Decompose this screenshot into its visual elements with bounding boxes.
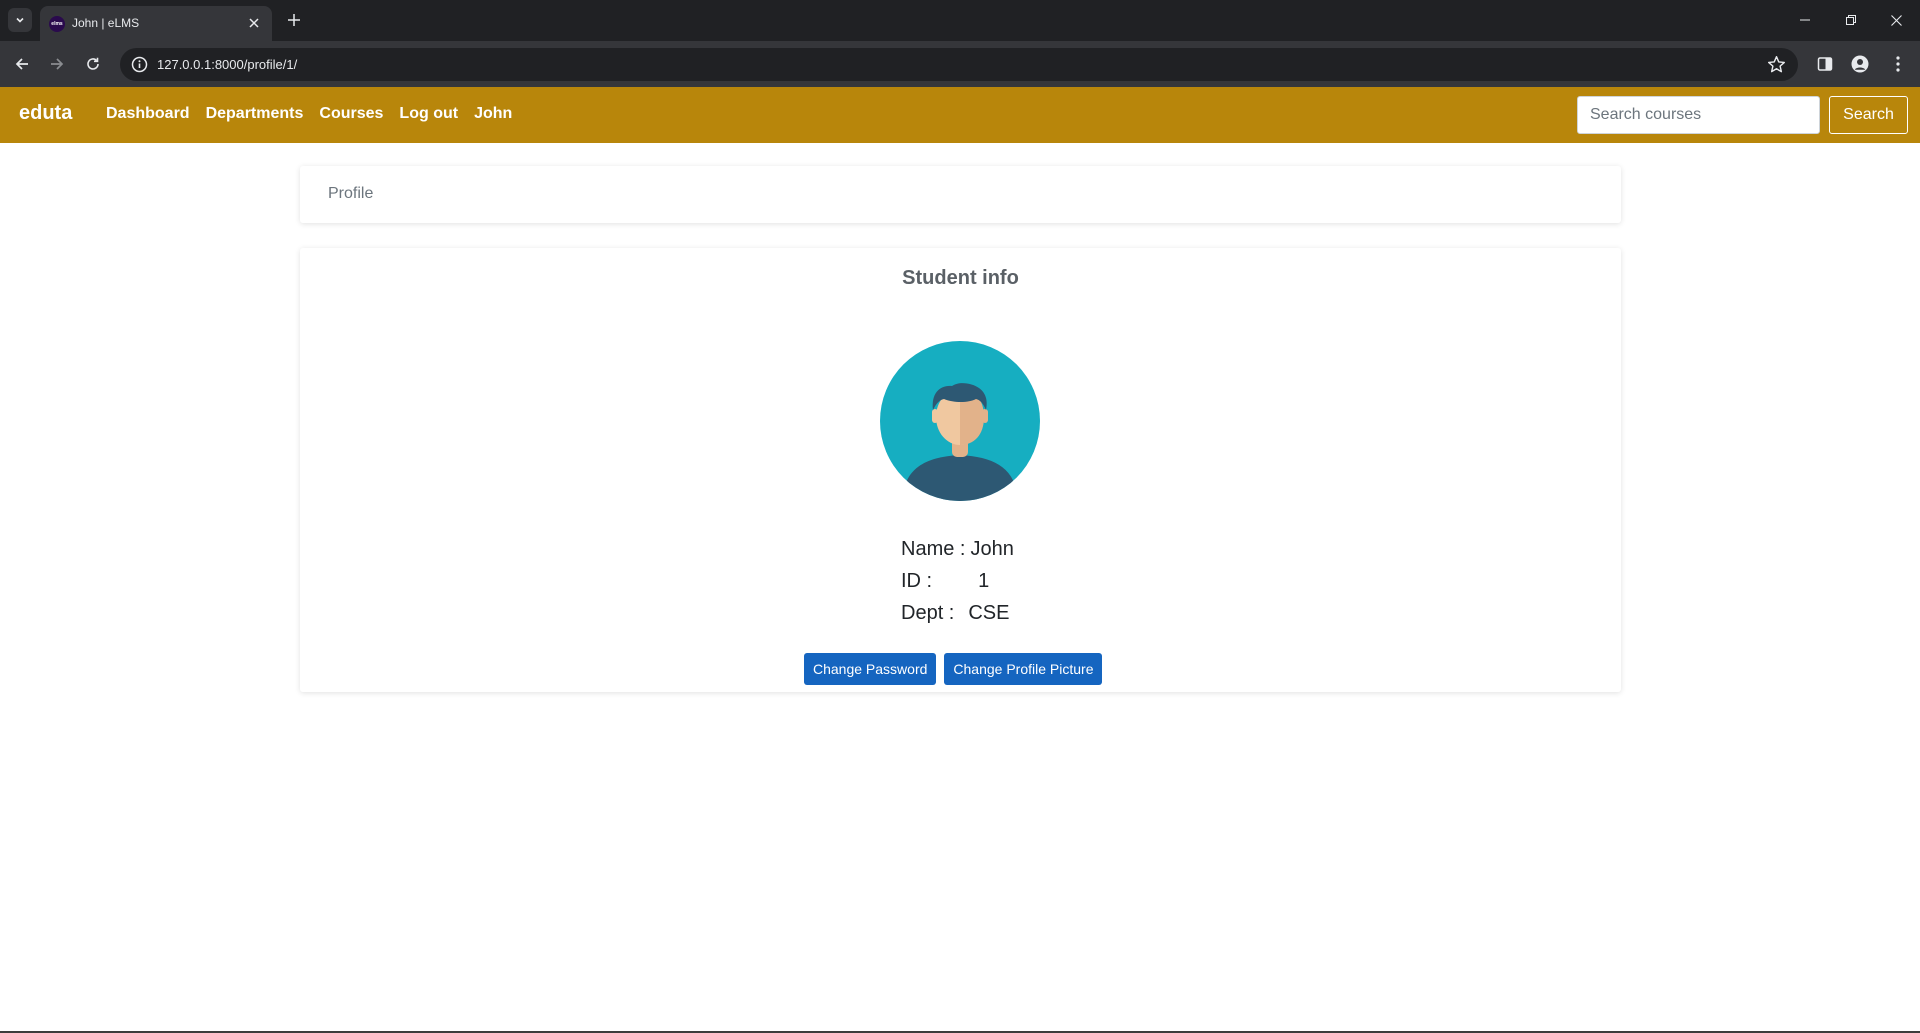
id-row: ID : 1	[901, 565, 1014, 597]
bookmark-star-icon[interactable]	[1767, 55, 1786, 74]
site-favicon-icon: elms	[49, 16, 65, 32]
side-panel-icon	[1817, 57, 1833, 71]
dept-label: Dept :	[901, 602, 955, 624]
breadcrumb: Profile	[300, 166, 1621, 223]
nav-link-user[interactable]: John	[474, 105, 512, 123]
tab-title: John | eLMS	[72, 16, 140, 30]
brand-logo[interactable]: eduta	[19, 102, 72, 125]
tab-list-button[interactable]	[8, 8, 32, 32]
chevron-down-icon	[16, 17, 24, 23]
close-window-button[interactable]	[1883, 8, 1909, 32]
profile-actions: Change Password Change Profile Picture	[804, 653, 1103, 685]
url-text[interactable]: 127.0.0.1:8000/profile/1/	[157, 57, 297, 72]
forward-button[interactable]	[44, 51, 70, 77]
restore-button[interactable]	[1838, 8, 1864, 32]
new-tab-button[interactable]	[283, 9, 305, 31]
browser-toolbar: 127.0.0.1:8000/profile/1/	[0, 41, 1920, 87]
browser-menu-button[interactable]	[1887, 53, 1909, 75]
browser-tab[interactable]: elms John | eLMS	[40, 6, 272, 41]
browser-tab-bar: elms John | eLMS	[0, 0, 1920, 41]
id-value: 1	[978, 570, 990, 592]
reload-button[interactable]	[80, 51, 106, 77]
site-navbar: eduta Dashboard Departments Courses Log …	[0, 87, 1920, 143]
close-tab-icon[interactable]	[246, 15, 262, 31]
profile-button[interactable]	[1849, 53, 1871, 75]
change-profile-picture-button[interactable]: Change Profile Picture	[944, 653, 1103, 685]
page-title: Student info	[902, 267, 1019, 289]
address-bar[interactable]: 127.0.0.1:8000/profile/1/	[120, 48, 1798, 81]
arrow-left-icon	[15, 58, 28, 70]
back-button[interactable]	[9, 51, 35, 77]
profile-icon	[1851, 55, 1869, 73]
more-vertical-icon	[1896, 56, 1900, 72]
name-value: John	[970, 538, 1014, 560]
change-password-button[interactable]: Change Password	[804, 653, 937, 685]
nav-link-logout[interactable]: Log out	[399, 105, 458, 123]
arrow-right-icon	[51, 58, 64, 70]
reload-icon	[87, 57, 99, 70]
id-label: ID :	[901, 570, 933, 592]
name-row: Name : John	[901, 533, 1014, 565]
side-panel-button[interactable]	[1814, 53, 1836, 75]
nav-link-departments[interactable]: Departments	[206, 105, 304, 123]
plus-icon	[288, 14, 300, 26]
user-avatar-icon	[880, 341, 1040, 501]
breadcrumb-current: Profile	[328, 185, 374, 202]
minimize-button[interactable]	[1792, 8, 1818, 32]
dept-row: Dept : CSE	[901, 597, 1014, 629]
dept-value: CSE	[968, 602, 1010, 624]
close-icon	[1890, 14, 1902, 26]
search-button[interactable]: Search	[1829, 96, 1908, 134]
search-input[interactable]	[1577, 96, 1820, 134]
nav-link-dashboard[interactable]: Dashboard	[106, 105, 190, 123]
minimize-icon	[1800, 19, 1810, 21]
nav-links: Dashboard Departments Courses Log out Jo…	[106, 105, 528, 123]
name-label: Name :	[901, 538, 966, 560]
student-details: Name : John ID : 1 Dept : CSE	[901, 533, 1014, 629]
nav-link-courses[interactable]: Courses	[319, 105, 383, 123]
student-info-card: Student info Name : John ID : 1 Dept : C…	[300, 248, 1621, 692]
restore-icon	[1846, 15, 1856, 25]
site-info-icon[interactable]	[131, 56, 148, 73]
